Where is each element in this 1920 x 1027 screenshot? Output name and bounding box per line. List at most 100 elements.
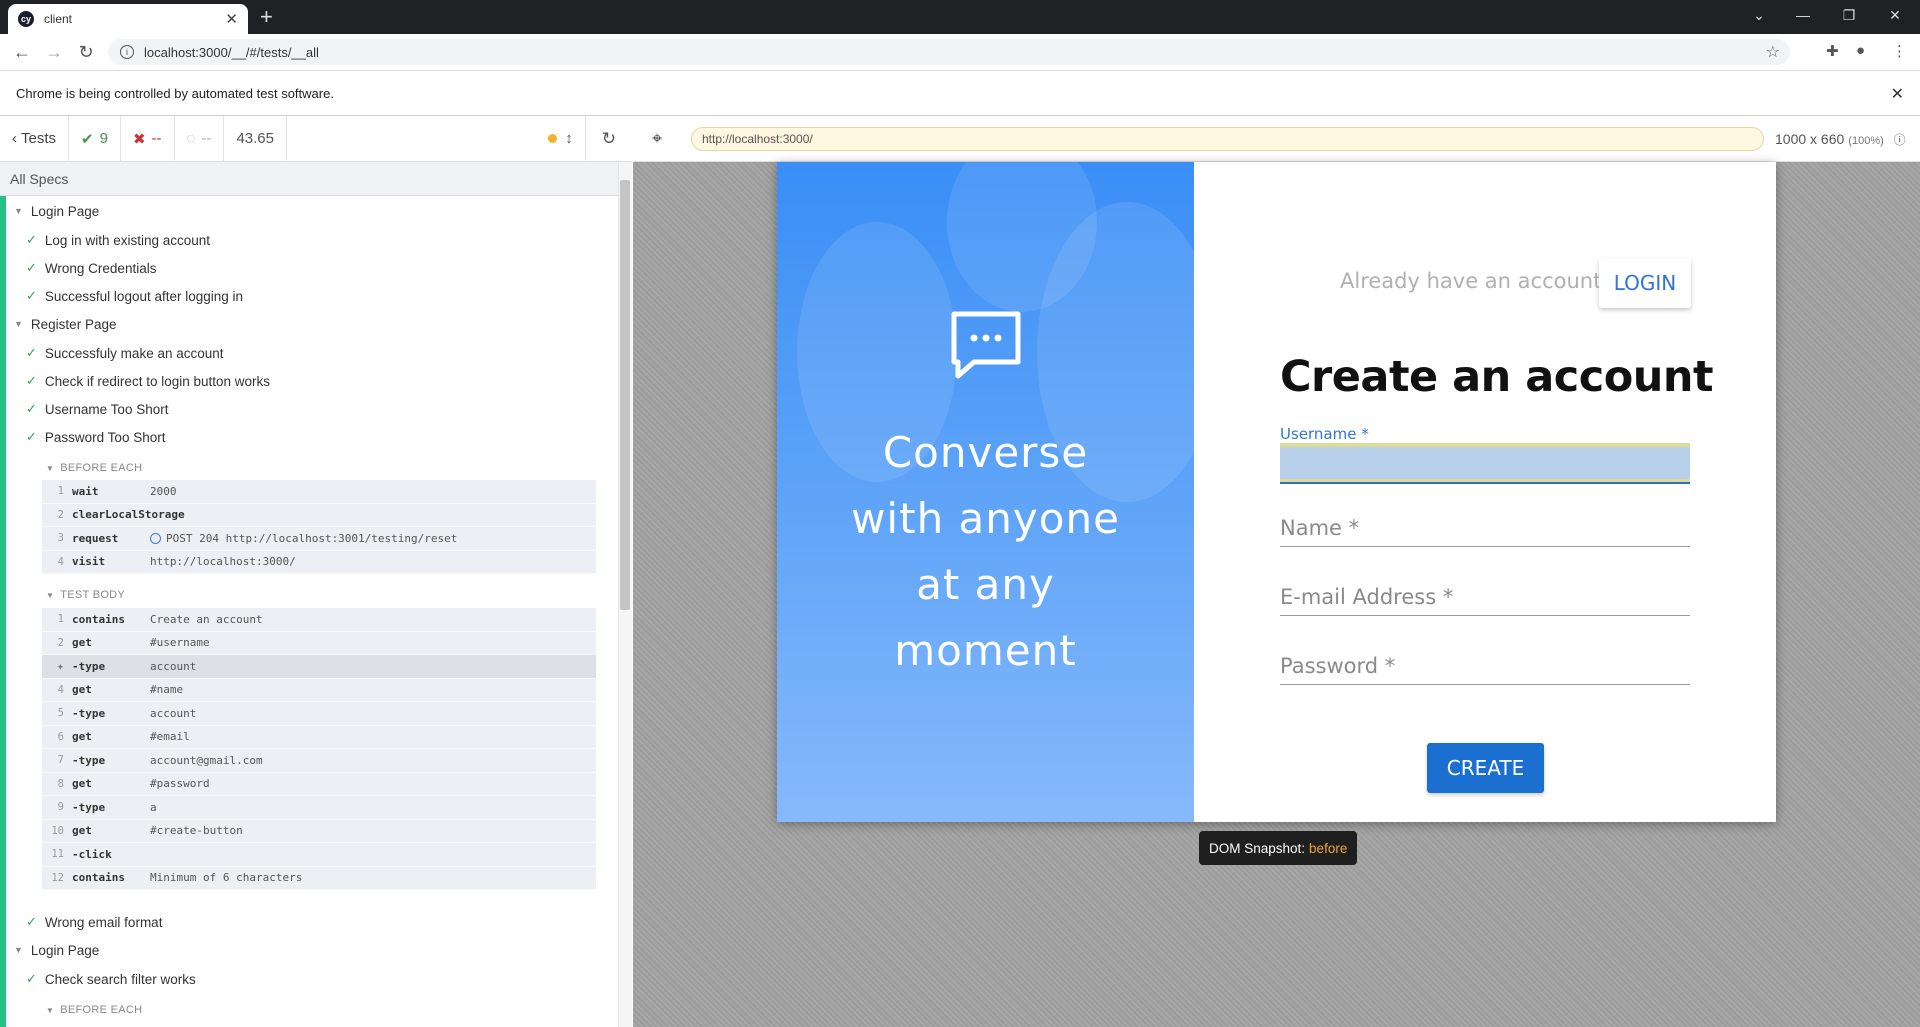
minimize-icon[interactable]: — [1780, 4, 1826, 26]
caret-down-icon: ▼ [14, 206, 23, 216]
create-button[interactable]: CREATE [1427, 743, 1544, 793]
hook-before-each[interactable]: ▼ BEFORE EACH [46, 462, 142, 474]
profile-avatar-icon[interactable]: ● [1856, 42, 1865, 59]
command-message: account [150, 659, 197, 673]
command-row[interactable]: 4 visit http://localhost:3000/ [42, 551, 596, 574]
check-icon: ✓ [26, 401, 37, 416]
command-number: 4 [57, 555, 64, 568]
aut-url-bar[interactable]: http://localhost:3000/ [691, 127, 1764, 151]
password-field[interactable]: Password * [1280, 654, 1690, 685]
tests-button[interactable]: ‹ Tests [0, 115, 70, 162]
omnibox-url[interactable]: localhost:3000/__/#/tests/__all [144, 45, 1766, 60]
test-title: Successful logout after logging in [44, 288, 244, 304]
snapshot-state[interactable]: before [1309, 841, 1347, 856]
email-field[interactable]: E-mail Address * [1280, 585, 1690, 616]
command-row[interactable]: 2 clearLocalStorage [42, 504, 596, 527]
login-button[interactable]: LOGIN [1599, 258, 1691, 308]
menu-kebab-icon[interactable]: ⋮ [1892, 42, 1907, 60]
suite-title: Login Page [30, 203, 100, 219]
name-field[interactable]: Name * [1280, 516, 1690, 547]
command-row[interactable]: 8 get #password [42, 773, 596, 796]
username-field[interactable] [1280, 443, 1690, 483]
test-item[interactable]: ✓ Wrong Credentials [26, 256, 156, 280]
command-row[interactable]: 11 -click [42, 843, 596, 867]
forward-icon[interactable]: → [42, 41, 66, 63]
command-row[interactable]: 5 -type account [42, 702, 596, 726]
command-name: -type [72, 659, 106, 673]
command-message: http://localhost:3000/ [150, 555, 296, 569]
command-row[interactable]: 9 -type a [42, 796, 596, 820]
test-title: Username Too Short [44, 401, 169, 417]
command-name: -type [72, 800, 106, 814]
hook-before-each[interactable]: ▼ BEFORE EACH [46, 1004, 142, 1016]
automation-infobar: Chrome is being controlled by automated … [0, 70, 1920, 116]
reload-icon[interactable]: ↻ [74, 41, 98, 63]
info-icon[interactable]: ⓘ [1894, 133, 1906, 147]
test-body-commands: 1 contains Create an account 2 get #username… [42, 608, 596, 890]
auto-scroll-toggle[interactable]: ↕ [536, 115, 586, 162]
profile-dropdown-icon[interactable]: ⌄ [1736, 4, 1782, 26]
close-window-icon[interactable]: ✕ [1872, 4, 1918, 26]
chat-bubble-icon [951, 311, 1021, 379]
test-item[interactable]: ✓ Successful logout after logging in [26, 284, 243, 308]
command-number: 11 [51, 848, 64, 861]
command-row-pinned[interactable]: ✦ -type account [42, 655, 596, 679]
command-number: 1 [57, 485, 64, 498]
new-tab-icon[interactable]: + [260, 5, 273, 29]
suite-login-page[interactable]: ▼ Login Page [14, 199, 99, 223]
duration: 43.65 [224, 115, 287, 162]
all-specs-header[interactable]: All Specs [0, 162, 618, 196]
caret-down-icon: ▼ [14, 319, 23, 329]
test-item[interactable]: ✓ Wrong email format [26, 910, 162, 934]
test-item[interactable]: ✓ Successfuly make an account [26, 341, 224, 365]
test-title: Log in with existing account [44, 232, 211, 248]
command-number: 1 [57, 613, 64, 626]
check-icon: ✓ [26, 260, 37, 275]
test-item[interactable]: ✓ Check search filter works [26, 967, 196, 991]
bookmark-star-icon[interactable]: ☆ [1766, 42, 1790, 62]
site-info-icon[interactable]: i [120, 45, 134, 59]
command-name: -type [72, 706, 106, 720]
command-row[interactable]: 1 contains Create an account [42, 608, 596, 632]
command-row[interactable]: 10 get #create-button [42, 820, 596, 843]
command-number: 2 [57, 636, 64, 649]
x-icon: ✖ [132, 130, 146, 148]
command-row[interactable]: 12 contains Minimum of 6 characters [42, 867, 596, 890]
extensions-icon[interactable]: ✚ [1826, 42, 1839, 60]
test-item[interactable]: ✓ Log in with existing account [26, 228, 210, 252]
command-message: POST 204 http://localhost:3001/testing/r… [166, 531, 458, 545]
suite-register-page[interactable]: ▼ Register Page [14, 312, 116, 336]
command-message: Minimum of 6 characters [150, 871, 303, 885]
command-row[interactable]: 4 get #name [42, 679, 596, 702]
password-label: Password * [1280, 654, 1396, 678]
test-item[interactable]: ✓ Check if redirect to login button works [26, 369, 270, 393]
passed-count: ✔ 9 [69, 115, 121, 162]
test-item-expanded[interactable]: ✓ Password Too Short [26, 425, 165, 449]
reporter-scroll-thumb[interactable] [620, 180, 630, 610]
command-number: 7 [57, 754, 64, 767]
command-message: 2000 [150, 484, 177, 498]
command-name: wait [72, 484, 99, 498]
command-name: visit [72, 555, 106, 569]
tests-label: Tests [21, 130, 57, 147]
hook-test-body[interactable]: ▼ TEST BODY [46, 589, 125, 601]
infobar-close-icon[interactable]: ✕ [1891, 84, 1904, 104]
command-row[interactable]: 7 -type account@gmail.com [42, 749, 596, 773]
check-icon: ✓ [26, 345, 37, 360]
command-row[interactable]: 2 get #username [42, 632, 596, 655]
command-name: get [72, 730, 92, 744]
command-message: account@gmail.com [150, 753, 263, 767]
back-icon[interactable]: ← [10, 41, 34, 63]
command-row[interactable]: 1 wait 2000 [42, 480, 596, 504]
close-tab-icon[interactable]: ✕ [225, 10, 238, 28]
browser-tab[interactable]: cy client ✕ [8, 4, 248, 34]
test-item[interactable]: ✓ Username Too Short [26, 397, 168, 421]
restore-icon[interactable]: ❐ [1826, 4, 1872, 26]
command-row[interactable]: 6 get #email [42, 726, 596, 749]
selector-playground-icon[interactable]: ⌖ [652, 128, 662, 149]
command-row[interactable]: 3 request POST 204 http://localhost:3001/t… [42, 527, 596, 551]
command-message: Create an account [150, 612, 263, 626]
suite-login-page[interactable]: ▼ Login Page [14, 938, 99, 962]
omnibox[interactable]: i localhost:3000/__/#/tests/__all ☆ [108, 39, 1790, 65]
rerun-icon[interactable]: ↻ [586, 116, 632, 162]
